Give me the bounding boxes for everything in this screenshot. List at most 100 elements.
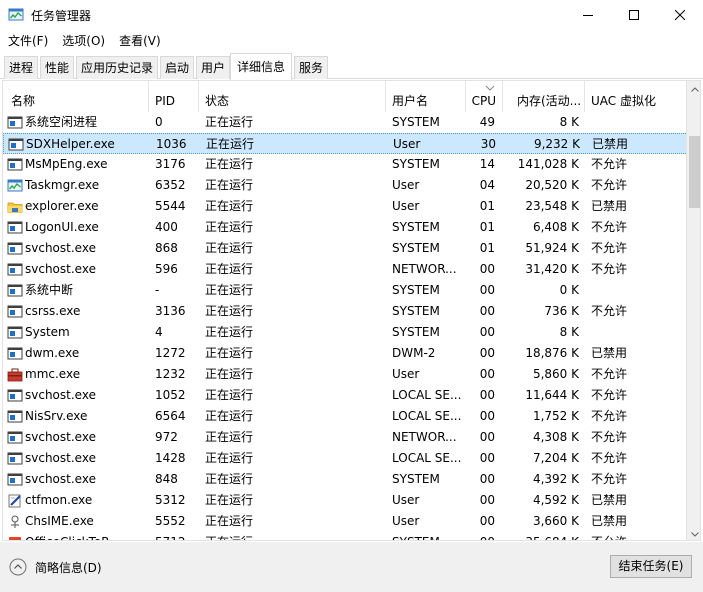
- table-row[interactable]: explorer.exe 5544 正在运行 User 01 23,548 K 已禁用: [3, 196, 688, 217]
- cell-uac: 不允许: [591, 388, 628, 402]
- table-row[interactable]: svchost.exe 1428 正在运行 LOCAL SE... 00 7,204 K 不…: [3, 448, 688, 469]
- cell-pid: 5552: [155, 514, 186, 528]
- cell-cpu: 00: [479, 304, 495, 318]
- scroll-down-button[interactable]: [687, 526, 700, 540]
- table-row[interactable]: SDXHelper.exe 1036 正在运行 User 30 9,232 K 已禁用: [3, 133, 688, 154]
- cell-uac: 已禁用: [591, 346, 628, 360]
- cell-pid: 5312: [155, 493, 186, 507]
- maximize-button[interactable]: [611, 0, 657, 30]
- cell-cpu: 01: [479, 220, 495, 234]
- cell-user: LOCAL SE...: [392, 409, 462, 423]
- minimize-icon: [583, 15, 593, 16]
- cell-cpu: 01: [479, 199, 495, 213]
- cell-user: DWM-2: [392, 346, 436, 360]
- title-bar: 任务管理器: [0, 0, 703, 30]
- cell-pid: 3136: [155, 304, 186, 318]
- fewer-details-link[interactable]: 简略信息(D): [35, 559, 102, 576]
- column-status[interactable]: 状态: [199, 81, 386, 112]
- cell-status: 正在运行: [205, 283, 254, 297]
- cell-name: OfficeClickToR...: [25, 532, 147, 540]
- tab-processes[interactable]: 进程: [4, 56, 38, 79]
- tab-app-history[interactable]: 应用历史记录: [76, 56, 158, 79]
- table-row[interactable]: dwm.exe 1272 正在运行 DWM-2 00 18,876 K 已禁用: [3, 343, 688, 364]
- table-row[interactable]: LogonUI.exe 400 正在运行 SYSTEM 01 6,408 K 不允许: [3, 217, 688, 238]
- tab-users[interactable]: 用户: [196, 56, 230, 79]
- cell-name: LogonUI.exe: [25, 220, 99, 234]
- cell-cpu: 49: [479, 115, 495, 129]
- cell-name: System: [25, 325, 70, 339]
- tab-performance[interactable]: 性能: [40, 56, 74, 79]
- cell-status: 正在运行: [205, 220, 254, 234]
- menu-options[interactable]: 选项(O): [56, 30, 111, 52]
- table-row[interactable]: OfficeClickToR... 5712 正在运行 SYSTEM00 35,684 …: [3, 532, 688, 540]
- end-task-button[interactable]: 结束任务(E): [610, 555, 692, 578]
- cell-status: 正在运行: [205, 532, 385, 540]
- window-icon: [7, 431, 23, 444]
- tab-services[interactable]: 服务: [294, 56, 328, 79]
- table-row[interactable]: 系统中断 - 正在运行 SYSTEM 00 0 K: [3, 280, 688, 301]
- cell-name: Taskmgr.exe: [25, 178, 100, 192]
- cell-cpu: 01: [479, 241, 495, 255]
- scroll-up-button[interactable]: [687, 81, 700, 97]
- column-uac[interactable]: UAC 虚拟化: [585, 81, 688, 112]
- cell-memory: 4,392 K: [532, 472, 579, 486]
- minimize-button[interactable]: [565, 0, 611, 30]
- tab-details[interactable]: 详细信息: [230, 53, 292, 80]
- cell-pid: 848: [155, 472, 178, 486]
- table-row[interactable]: System 4 正在运行 SYSTEM 00 8 K: [3, 322, 688, 343]
- menu-view[interactable]: 查看(V): [113, 30, 167, 52]
- menu-file[interactable]: 文件(F): [2, 30, 54, 52]
- table-row[interactable]: csrss.exe 3136 正在运行 SYSTEM 00 736 K 不允许: [3, 301, 688, 322]
- cell-user: NETWOR...: [392, 430, 457, 444]
- table-row[interactable]: ChsIME.exe 5552 正在运行 User 00 3,660 K 已禁用: [3, 511, 688, 532]
- cell-pid: -: [155, 283, 160, 297]
- table-row[interactable]: MsMpEng.exe 3176 正在运行 SYSTEM 14 141,028 K 不允许: [3, 154, 688, 175]
- tab-startup[interactable]: 启动: [160, 56, 194, 79]
- column-memory[interactable]: 内存(活动...: [503, 81, 585, 112]
- cell-status: 正在运行: [205, 493, 254, 507]
- cell-cpu: 00: [479, 430, 495, 444]
- cell-user: LOCAL SE...: [392, 451, 462, 465]
- cell-user: User: [392, 199, 420, 213]
- cell-cpu: 00: [479, 493, 495, 507]
- column-pid[interactable]: PID: [149, 81, 199, 112]
- close-button[interactable]: [657, 0, 703, 30]
- column-name[interactable]: 名称: [3, 81, 149, 112]
- table-row[interactable]: svchost.exe 596 正在运行 NETWOR... 00 31,420 K 不允许: [3, 259, 688, 280]
- cell-memory: 0 K: [559, 283, 579, 297]
- cell-uac: [591, 112, 686, 133]
- cell-status: 正在运行: [205, 241, 254, 255]
- column-user[interactable]: 用户名: [386, 81, 466, 112]
- window-icon: [8, 138, 24, 151]
- vertical-scrollbar[interactable]: [686, 81, 700, 540]
- cell-cpu: 00: [479, 451, 495, 465]
- table-row[interactable]: svchost.exe 868 正在运行 SYSTEM 01 51,924 K 不允许: [3, 238, 688, 259]
- table-row[interactable]: 系统空闲进程 0 正在运行 SYSTEM 49 8 K: [3, 112, 688, 133]
- chevron-down-icon: [691, 531, 699, 537]
- cell-memory: 141,028 K: [517, 157, 579, 171]
- cell-name: ctfmon.exe: [25, 493, 93, 507]
- cell-uac: 不允许: [591, 367, 628, 381]
- table-row[interactable]: svchost.exe 848 正在运行 SYSTEM 00 4,392 K 不允许: [3, 469, 688, 490]
- cell-memory: 8 K: [559, 115, 579, 129]
- cell-user: LOCAL SE...: [392, 388, 462, 402]
- cell-pid: 4: [155, 325, 163, 339]
- toolbox-icon: [7, 368, 23, 382]
- table-row[interactable]: svchost.exe 1052 正在运行 LOCAL SE... 00 11,644 K…: [3, 385, 688, 406]
- cell-pid: 1232: [155, 367, 186, 381]
- table-row[interactable]: svchost.exe 972 正在运行 NETWOR... 00 4,308 K 不允许: [3, 427, 688, 448]
- scroll-thumb[interactable]: [689, 136, 700, 208]
- cell-status: 正在运行: [205, 451, 254, 465]
- cell-memory: 7,204 K: [532, 451, 579, 465]
- table-row[interactable]: ctfmon.exe 5312 正在运行 User 00 4,592 K 已禁用: [3, 490, 688, 511]
- cell-pid: 1428: [155, 451, 186, 465]
- cell-uac: 已禁用: [592, 137, 629, 151]
- table-row[interactable]: Taskmgr.exe 6352 正在运行 User 04 20,520 K 不允许: [3, 175, 688, 196]
- chevron-up-circle-icon[interactable]: [9, 558, 27, 576]
- cell-name: ChsIME.exe: [25, 514, 94, 528]
- table-row[interactable]: NisSrv.exe 6564 正在运行 LOCAL SE... 00 1,752 K 不允…: [3, 406, 688, 427]
- cell-uac: [591, 322, 686, 343]
- cell-memory: 736 K: [544, 304, 579, 318]
- cell-cpu: 30: [480, 137, 496, 151]
- table-row[interactable]: mmc.exe 1232 正在运行 User 00 5,860 K 不允许: [3, 364, 688, 385]
